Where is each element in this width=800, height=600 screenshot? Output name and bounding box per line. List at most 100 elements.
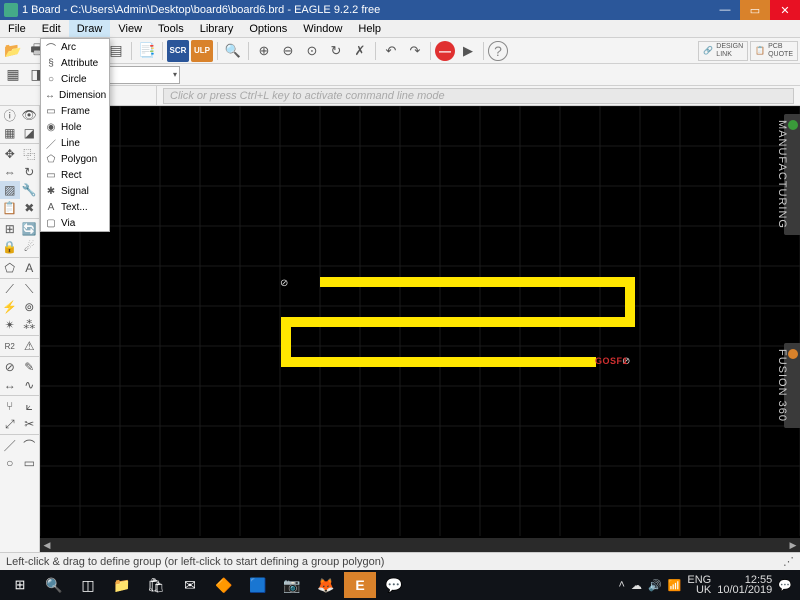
rotate-tool[interactable]: ↻ [20,163,40,181]
stop-button[interactable]: — [435,41,455,61]
onedrive-icon[interactable]: ☁ [631,579,642,592]
info-tool[interactable]: ⓘ [0,106,20,124]
route-tool[interactable]: ⟋ [0,280,20,298]
notifications-icon[interactable]: 💬 [778,579,792,592]
signal-tool[interactable]: ⚡ [0,298,20,316]
scroll-right-icon[interactable]: ▶ [786,538,800,552]
app3-taskbar-icon[interactable]: 💬 [378,572,410,598]
tray-clock[interactable]: 12:5510/01/2019 [717,575,772,595]
draw-menu-rect[interactable]: ▭Rect [41,167,109,183]
mail-taskbar-icon[interactable]: ✉ [174,572,206,598]
menu-draw[interactable]: Draw [69,20,111,37]
draw-menu-circle[interactable]: ○Circle [41,71,109,87]
tray-up-icon[interactable]: ˄ [619,579,625,591]
fusion360-tab[interactable]: FUSION 360 [784,343,800,428]
zoom-in-icon[interactable]: ⊕ [253,40,275,62]
draw-menu-text[interactable]: AText... [41,199,109,215]
attr-tool[interactable]: ✎ [20,358,40,376]
search-button[interactable]: 🔍 [38,572,70,598]
hole-tool[interactable]: ⊘ [0,358,20,376]
layer-tool[interactable]: ▦ [0,124,20,142]
grid-button[interactable]: ▦ [2,64,24,86]
close-button[interactable]: ✕ [770,0,800,20]
zoom-out-icon[interactable]: ⊖ [277,40,299,62]
menu-options[interactable]: Options [241,20,295,37]
redraw-icon[interactable]: ↻ [325,40,347,62]
mirror-tool[interactable]: ⇔ [0,163,20,181]
miter-tool[interactable]: ⟀ [20,397,40,415]
resize-grip-icon[interactable]: ⋰ [783,555,794,568]
draw-menu-attribute[interactable]: §Attribute [41,55,109,71]
text-tool[interactable]: A [20,259,40,277]
rect-tool[interactable]: ▭ [20,454,40,472]
menu-library[interactable]: Library [192,20,242,37]
vlc-taskbar-icon[interactable]: 🔶 [208,572,240,598]
go-button[interactable]: ▶ [457,40,479,62]
horizontal-scrollbar[interactable]: ◀ ▶ [40,538,800,552]
ratsnest-tool[interactable]: ✴ [0,316,20,334]
explorer-taskbar-icon[interactable]: 📁 [106,572,138,598]
draw-menu-via[interactable]: ▢Via [41,215,109,231]
design-link-button[interactable]: 🔗DESIGN LINK [698,41,748,61]
menu-file[interactable]: File [0,20,34,37]
minimize-button[interactable]: — [710,0,740,20]
menu-window[interactable]: Window [295,20,350,37]
split-tool[interactable]: ⑂ [0,397,20,415]
lock-tool[interactable]: 🔒 [0,238,20,256]
menu-help[interactable]: Help [350,20,389,37]
schematic-button[interactable]: 📑 [136,40,158,62]
move-tool[interactable]: ✥ [0,145,20,163]
store-taskbar-icon[interactable]: 🛍 [140,572,172,598]
pcb-quote-button[interactable]: 📋PCB QUOTE [750,41,798,61]
draw-menu-arc[interactable]: ⌒Arc [41,39,109,55]
swap-icon[interactable]: ✗ [349,40,371,62]
undo-icon[interactable]: ↶ [380,40,402,62]
ulp-button[interactable]: ULP [191,40,213,62]
arc-tool[interactable]: ⌒ [20,436,40,454]
dim-tool[interactable]: ↔ [0,376,20,394]
menu-edit[interactable]: Edit [34,20,69,37]
show-tool[interactable]: 👁 [20,106,40,124]
scr-button[interactable]: SCR [167,40,189,62]
meander-tool[interactable]: ∿ [20,376,40,394]
polygon-tool[interactable]: ⬠ [0,259,20,277]
line-tool[interactable]: ／ [0,436,20,454]
menu-tools[interactable]: Tools [150,20,192,37]
zoom-select-icon[interactable]: ⊙ [301,40,323,62]
wifi-icon[interactable]: 📶 [668,579,682,592]
auto-tool[interactable]: ⁂ [20,316,40,334]
draw-menu-line[interactable]: ／Line [41,135,109,151]
errors-tool[interactable]: ⚠ [20,337,40,355]
app2-taskbar-icon[interactable]: 📷 [276,572,308,598]
command-input[interactable]: Click or press Ctrl+L key to activate co… [163,88,794,104]
draw-menu-dimension[interactable]: ↔Dimension [41,87,109,103]
delete-tool[interactable]: ✖ [20,199,40,217]
start-button[interactable]: ⊞ [4,572,36,598]
manufacturing-tab[interactable]: MANUFACTURING [784,114,800,235]
volume-icon[interactable]: 🔊 [648,579,662,592]
system-tray[interactable]: ˄ ☁ 🔊 📶 ENGUK 12:5510/01/2019 💬 [619,575,796,595]
draw-menu-polygon[interactable]: ⬠Polygon [41,151,109,167]
tray-lang[interactable]: ENGUK [687,575,711,595]
draw-menu-frame[interactable]: ▭Frame [41,103,109,119]
smash-tool[interactable]: ☄ [20,238,40,256]
via-tool[interactable]: ⊚ [20,298,40,316]
app-taskbar-icon[interactable]: 🟦 [242,572,274,598]
change-tool[interactable]: 🔧 [20,181,40,199]
optimize-tool[interactable]: ⤢ [0,415,20,433]
circle-tool[interactable]: ○ [0,454,20,472]
replace-tool[interactable]: 🔄 [20,220,40,238]
paste-tool[interactable]: 📋 [0,199,20,217]
redo-icon[interactable]: ↷ [404,40,426,62]
canvas[interactable]: ⊘ ⊘ GOSF1 MANUFACTURING FUSION 360 [40,106,800,552]
slice-tool[interactable]: ✂ [20,415,40,433]
ripup-tool[interactable]: ⟍ [20,280,40,298]
zoom-fit-icon[interactable]: 🔍 [222,40,244,62]
eagle-taskbar-icon[interactable]: E [344,572,376,598]
scroll-left-icon[interactable]: ◀ [40,538,54,552]
firefox-taskbar-icon[interactable]: 🦊 [310,572,342,598]
add-tool[interactable]: ⊞ [0,220,20,238]
group-tool[interactable]: ▨ [0,181,20,199]
menu-view[interactable]: View [110,20,150,37]
draw-menu-hole[interactable]: ◉Hole [41,119,109,135]
